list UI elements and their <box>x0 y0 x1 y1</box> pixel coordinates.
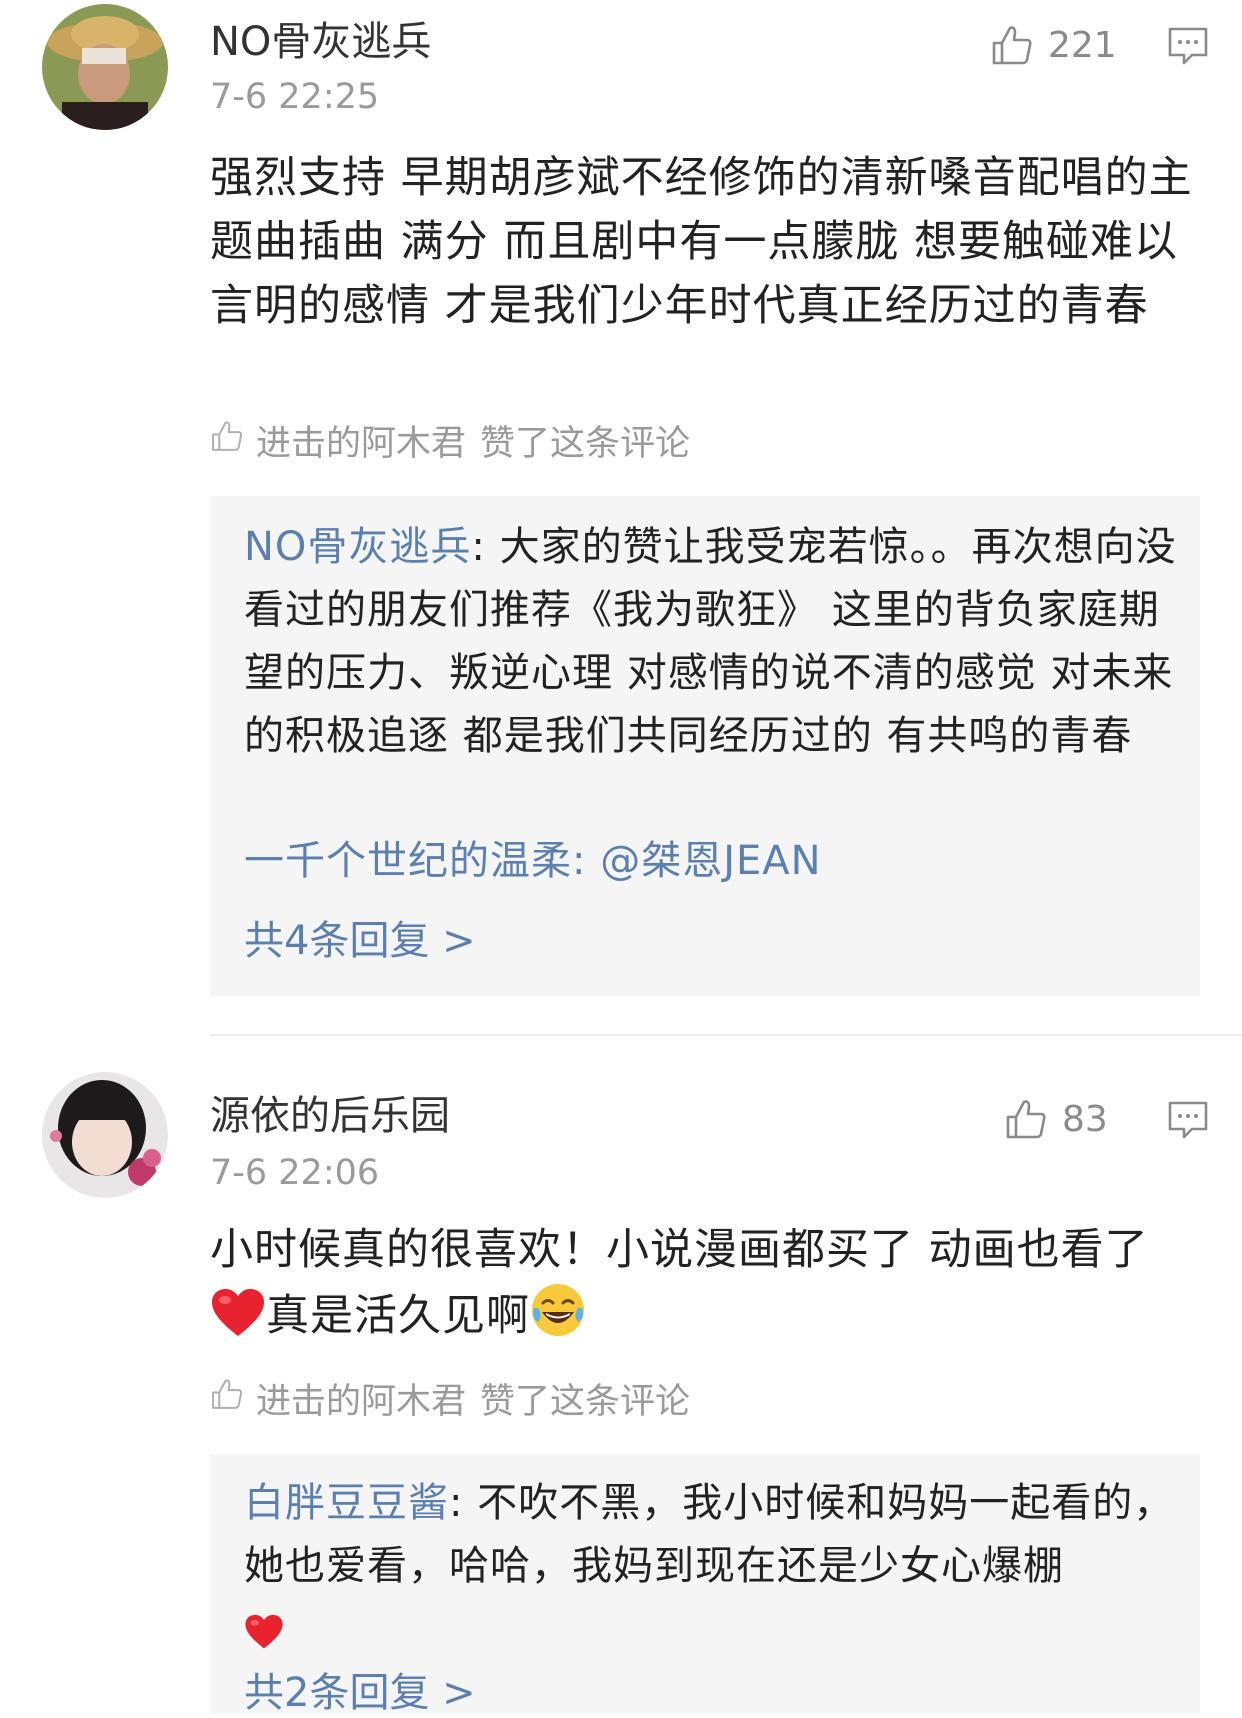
reply-item[interactable]: NO骨灰逃兵: 大家的赞让我受宠若惊。。再次想向没看过的朋友们推荐《我为歌狂》 … <box>244 516 1184 768</box>
like-count: 83 <box>1062 1098 1108 1140</box>
comment-body-line: 真是活久见啊 <box>210 1282 1210 1356</box>
comment-body-line: 小时候真的很喜欢！小说漫画都买了 动画也看了 <box>210 1225 1149 1275</box>
comment-username[interactable]: NO骨灰逃兵 <box>210 18 431 66</box>
reply-author-link[interactable]: NO骨灰逃兵 <box>244 524 471 570</box>
replies-panel: NO骨灰逃兵: 大家的赞让我受宠若惊。。再次想向没看过的朋友们推荐《我为歌狂》 … <box>210 496 1200 996</box>
thumbs-up-small-icon <box>210 419 244 462</box>
thumbs-up-icon <box>1004 1097 1048 1141</box>
red-heart-icon <box>210 1288 266 1356</box>
view-all-replies-link[interactable]: 共2条回复 > <box>244 1668 476 1718</box>
laughing-tears-icon <box>530 1282 586 1356</box>
comment-body: 强烈支持 早期胡彦斌不经修饰的清新嗓音配唱的主题曲插曲 满分 而且剧中有一点朦胧… <box>210 153 1193 331</box>
like-button[interactable]: 221 <box>990 20 1117 70</box>
liked-by-line: 进击的阿木君 赞了这条评论 <box>210 416 690 464</box>
liked-by-suffix: 赞了这条评论 <box>480 423 691 464</box>
reply-item[interactable]: 白胖豆豆酱: 不吹不黑，我小时候和妈妈一起看的，她也爱看，哈哈，我妈到现在还是少… <box>244 1472 1184 1669</box>
liked-by-user-link[interactable]: 进击的阿木君 <box>256 415 466 466</box>
view-all-replies-link[interactable]: 共4条回复 > <box>244 916 476 966</box>
red-heart-icon <box>244 1606 284 1669</box>
reply-item[interactable]: 一千个世纪的温柔: @桀恩JEAN <box>244 830 1184 893</box>
liked-by-suffix: 赞了这条评论 <box>480 1381 691 1422</box>
liked-by-user-link[interactable]: 进击的阿木君 <box>256 1373 466 1424</box>
reply-author-link[interactable]: 白胖豆豆酱 <box>244 1480 449 1526</box>
like-count: 221 <box>1048 24 1117 66</box>
comment-username[interactable]: 源依的后乐园 <box>210 1092 450 1140</box>
avatar[interactable] <box>42 4 168 130</box>
reply-icon[interactable] <box>1166 24 1210 68</box>
avatar[interactable] <box>42 1072 168 1198</box>
like-button[interactable]: 83 <box>1004 1094 1108 1144</box>
reply-icon[interactable] <box>1166 1098 1210 1142</box>
comment-card: NO骨灰逃兵 7-6 22:25 221 强烈支持 早期胡彦斌不经修饰的清新嗓音… <box>0 0 1242 1030</box>
reply-text[interactable]: : @桀恩JEAN <box>572 838 822 884</box>
comment-body-text: 真是活久见啊 <box>266 1291 530 1341</box>
thumbs-up-small-icon <box>210 1377 244 1420</box>
reply-author-link[interactable]: 一千个世纪的温柔 <box>244 838 572 884</box>
comment-body: 小时候真的很喜欢！小说漫画都买了 动画也看了 真是活久见啊 <box>210 1218 1210 1356</box>
comment-timestamp: 7-6 22:25 <box>210 77 380 117</box>
thumbs-up-icon <box>990 23 1034 67</box>
replies-panel: 白胖豆豆酱: 不吹不黑，我小时候和妈妈一起看的，她也爱看，哈哈，我妈到现在还是少… <box>210 1454 1200 1716</box>
comment-timestamp: 7-6 22:06 <box>210 1153 380 1193</box>
reply-emoji-line <box>244 1598 1184 1669</box>
comment-card: 源依的后乐园 7-6 22:06 83 小时候真的很喜欢！小说漫画都买了 动画也… <box>0 1036 1242 1716</box>
liked-by-line: 进击的阿木君 赞了这条评论 <box>210 1374 690 1422</box>
